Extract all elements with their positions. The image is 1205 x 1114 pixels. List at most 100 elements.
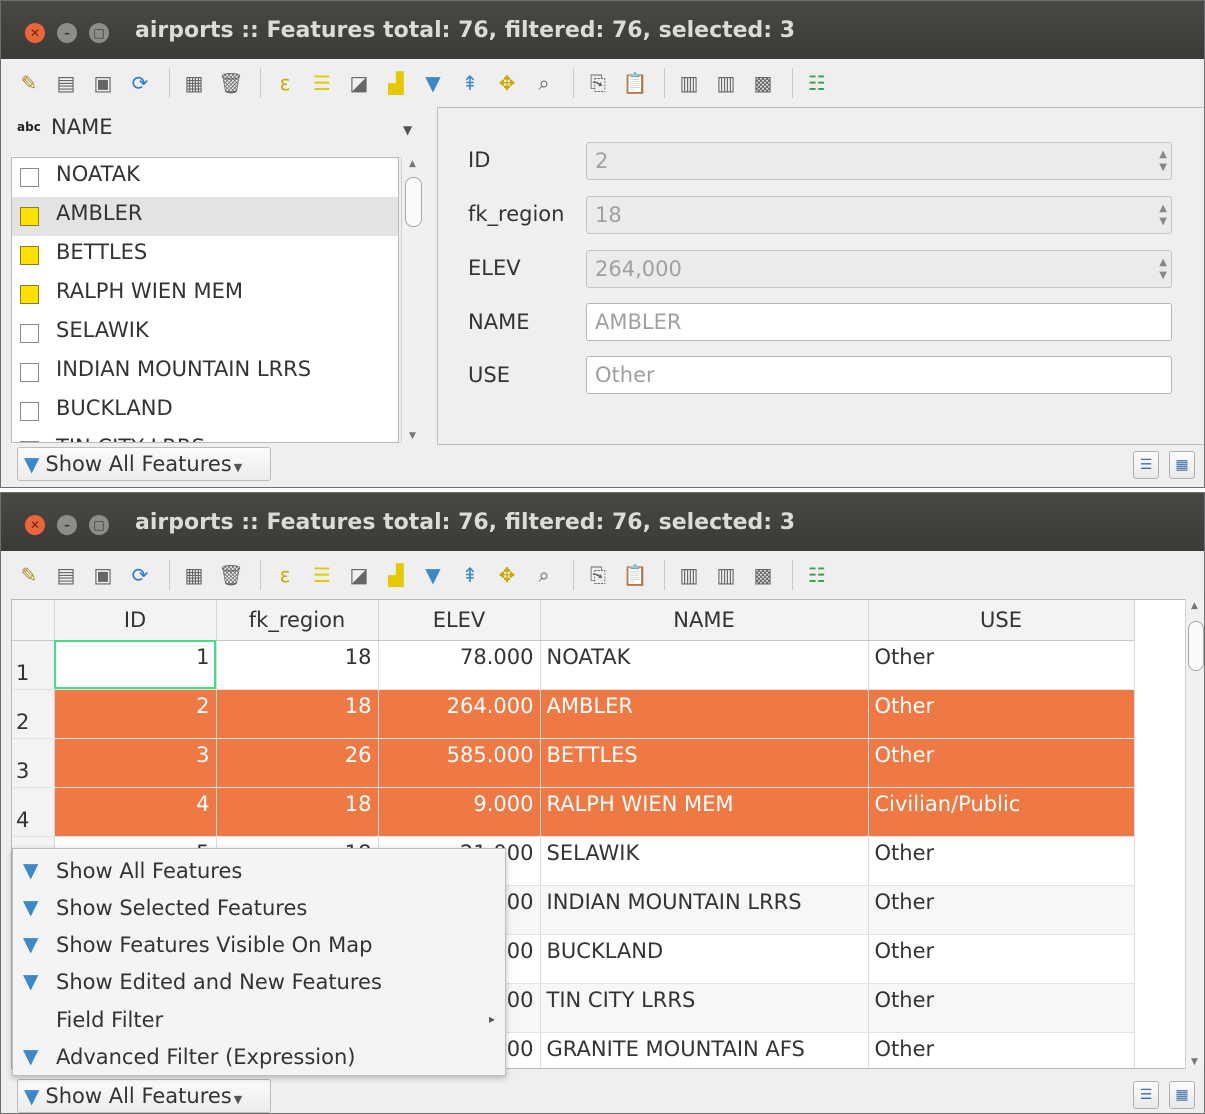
add-feature-icon[interactable]: ▦ bbox=[178, 67, 210, 99]
delete-field-icon[interactable]: ▥ bbox=[710, 559, 742, 591]
cell-name[interactable]: AMBLER bbox=[540, 689, 869, 739]
new-field-icon[interactable]: ▥ bbox=[673, 559, 705, 591]
chevron-down-icon[interactable]: ▼ bbox=[403, 123, 412, 137]
list-scrollbar[interactable]: ▲ ▼ bbox=[401, 157, 425, 443]
table-view-toggle-button[interactable]: ▦ bbox=[1169, 1081, 1195, 1109]
selection-marker[interactable] bbox=[20, 363, 39, 382]
filter-selected-icon[interactable]: ▼ bbox=[417, 67, 449, 99]
field-calculator-icon[interactable]: ▩ bbox=[747, 67, 779, 99]
list-item[interactable]: BUCKLAND bbox=[12, 392, 398, 431]
table-view-toggle-button[interactable]: ▦ bbox=[1169, 451, 1195, 479]
cell-elev[interactable]: 9.000 bbox=[378, 787, 541, 837]
maximize-window-button[interactable]: □ bbox=[89, 515, 109, 535]
close-window-button[interactable]: ✕ bbox=[25, 23, 45, 43]
row-header[interactable]: 3 bbox=[12, 738, 55, 788]
column-header-elev[interactable]: ELEV bbox=[378, 600, 541, 641]
paste-icon[interactable]: 📋 bbox=[619, 559, 651, 591]
selection-marker[interactable] bbox=[20, 441, 39, 442]
table-row[interactable]: 4 4 18 9.000 RALPH WIEN MEM Civilian/Pub… bbox=[12, 787, 1135, 837]
list-item[interactable]: NOATAK bbox=[12, 158, 398, 197]
menu-item-show-visible[interactable]: ▼ Show Features Visible On Map bbox=[13, 927, 505, 964]
table-row[interactable]: 1 1 18 78.000 NOATAK Other bbox=[12, 640, 1135, 690]
cell-name[interactable]: RALPH WIEN MEM bbox=[540, 787, 869, 837]
cell-elev[interactable]: 585.000 bbox=[378, 738, 541, 788]
cell-fk-region[interactable]: 18 bbox=[216, 689, 379, 739]
column-header-fk-region[interactable]: fk_region bbox=[216, 600, 379, 641]
scrollbar-thumb[interactable] bbox=[1188, 621, 1204, 671]
selection-marker[interactable] bbox=[20, 324, 39, 343]
zoom-to-selected-icon[interactable]: ⌕ bbox=[528, 559, 560, 591]
cell-use[interactable]: Other bbox=[868, 689, 1135, 739]
conditional-formatting-icon[interactable]: ☷ bbox=[801, 67, 833, 99]
expression-select-icon[interactable]: ε bbox=[269, 559, 301, 591]
list-item[interactable]: INDIAN MOUNTAIN LRRS bbox=[12, 353, 398, 392]
fk-region-field[interactable]: 18 ▲ ▼ bbox=[586, 196, 1172, 234]
cell-use[interactable]: Other bbox=[868, 983, 1135, 1033]
delete-icon[interactable]: 🗑 bbox=[215, 67, 247, 99]
cell-id[interactable]: 4 bbox=[54, 787, 217, 837]
id-field[interactable]: 2 ▲ ▼ bbox=[586, 142, 1172, 180]
column-header-id[interactable]: ID bbox=[54, 600, 217, 641]
cell-elev[interactable]: 264.000 bbox=[378, 689, 541, 739]
name-field[interactable]: AMBLER bbox=[586, 303, 1172, 341]
pan-to-selected-icon[interactable]: ✥ bbox=[491, 559, 523, 591]
spin-arrows-icon[interactable]: ▲ ▼ bbox=[1159, 148, 1167, 174]
cell-use[interactable]: Civilian/Public bbox=[868, 787, 1135, 837]
menu-item-field-filter[interactable]: Field Filter ▸ bbox=[13, 1002, 505, 1039]
add-feature-icon[interactable]: ▦ bbox=[178, 559, 210, 591]
cell-id[interactable]: 2 bbox=[54, 689, 217, 739]
save-icon[interactable]: ▣ bbox=[87, 559, 119, 591]
menu-item-show-selected[interactable]: ▼ Show Selected Features bbox=[13, 890, 505, 927]
table-scrollbar[interactable]: ▲ ▼ bbox=[1185, 599, 1204, 1069]
cell-name[interactable]: BETTLES bbox=[540, 738, 869, 788]
field-calculator-icon[interactable]: ▩ bbox=[747, 559, 779, 591]
deselect-icon[interactable]: ▟ bbox=[380, 67, 412, 99]
cell-name[interactable]: INDIAN MOUNTAIN LRRS bbox=[540, 885, 869, 935]
new-field-icon[interactable]: ▥ bbox=[673, 67, 705, 99]
cell-name[interactable]: BUCKLAND bbox=[540, 934, 869, 984]
paste-icon[interactable]: 📋 bbox=[619, 67, 651, 99]
corner-header[interactable] bbox=[12, 600, 55, 641]
maximize-window-button[interactable]: □ bbox=[89, 23, 109, 43]
elev-field[interactable]: 264,000 ▲ ▼ bbox=[586, 250, 1172, 288]
zoom-to-selected-icon[interactable]: ⌕ bbox=[528, 67, 560, 99]
cell-use[interactable]: Other bbox=[868, 640, 1135, 690]
cell-use[interactable]: Other bbox=[868, 738, 1135, 788]
selection-marker[interactable] bbox=[20, 285, 39, 304]
form-view-toggle-button[interactable]: ☰ bbox=[1133, 451, 1159, 479]
menu-item-advanced-filter[interactable]: ▼ Advanced Filter (Expression) bbox=[13, 1039, 505, 1076]
minimize-window-button[interactable]: – bbox=[57, 515, 77, 535]
delete-field-icon[interactable]: ▥ bbox=[710, 67, 742, 99]
select-all-icon[interactable]: ☰ bbox=[306, 559, 338, 591]
list-item[interactable]: BETTLES bbox=[12, 236, 398, 275]
cell-use[interactable]: Other bbox=[868, 836, 1135, 886]
feature-filter-button[interactable]: ▼ Show All Features ▼ bbox=[17, 447, 271, 481]
cell-elev[interactable]: 78.000 bbox=[378, 640, 541, 690]
move-selection-top-icon[interactable]: ⇞ bbox=[454, 559, 486, 591]
scroll-up-icon[interactable]: ▲ bbox=[1191, 601, 1198, 611]
menu-item-show-all[interactable]: ▼ Show All Features bbox=[13, 853, 505, 890]
cell-name[interactable]: TIN CITY LRRS bbox=[540, 983, 869, 1033]
scroll-up-icon[interactable]: ▲ bbox=[409, 159, 416, 169]
column-header-use[interactable]: USE bbox=[868, 600, 1135, 641]
cell-name[interactable]: NOATAK bbox=[540, 640, 869, 690]
pan-to-selected-icon[interactable]: ✥ bbox=[491, 67, 523, 99]
list-item[interactable]: TIN CITY LRRS bbox=[12, 431, 398, 442]
spin-arrows-icon[interactable]: ▲ ▼ bbox=[1159, 256, 1167, 282]
scroll-down-icon[interactable]: ▼ bbox=[409, 431, 416, 441]
conditional-formatting-icon[interactable]: ☷ bbox=[801, 559, 833, 591]
cell-fk-region[interactable]: 26 bbox=[216, 738, 379, 788]
cell-name[interactable]: SELAWIK bbox=[540, 836, 869, 886]
form-view-toggle-button[interactable]: ☰ bbox=[1133, 1081, 1159, 1109]
cell-id[interactable]: 1 bbox=[54, 640, 217, 690]
multi-edit-icon[interactable]: ▤ bbox=[50, 67, 82, 99]
filter-selected-icon[interactable]: ▼ bbox=[417, 559, 449, 591]
reload-icon[interactable]: ⟳ bbox=[124, 559, 156, 591]
cell-id[interactable]: 3 bbox=[54, 738, 217, 788]
feature-filter-button[interactable]: ▼ Show All Features ▼ bbox=[17, 1079, 271, 1113]
scroll-down-icon[interactable]: ▼ bbox=[1191, 1057, 1198, 1067]
selection-marker[interactable] bbox=[20, 168, 39, 187]
selection-marker[interactable] bbox=[20, 246, 39, 265]
scrollbar-thumb[interactable] bbox=[405, 177, 422, 227]
cell-fk-region[interactable]: 18 bbox=[216, 787, 379, 837]
